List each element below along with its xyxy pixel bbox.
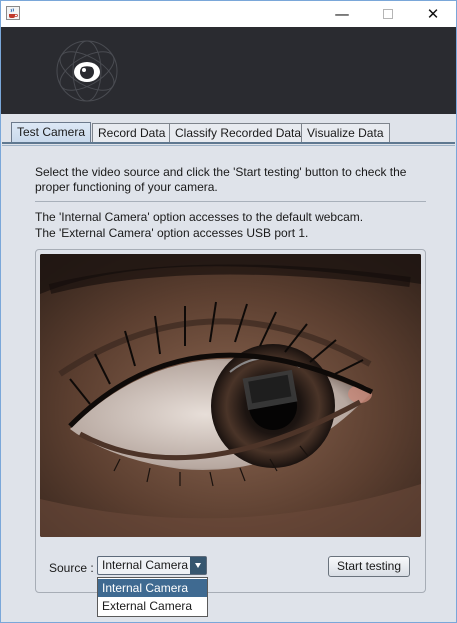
separator bbox=[35, 201, 426, 202]
tab-classify-recorded-data[interactable]: Classify Recorded Data bbox=[169, 123, 308, 142]
camera-preview bbox=[40, 254, 421, 537]
internal-camera-note: The 'Internal Camera' option accesses to… bbox=[35, 210, 364, 224]
external-camera-note: The 'External Camera' option accesses US… bbox=[35, 226, 309, 240]
title-bar: — ✕ bbox=[1, 1, 456, 27]
tab-divider bbox=[2, 142, 455, 144]
maximize-button[interactable] bbox=[365, 1, 411, 27]
app-window: — ✕ Test Camera Record Data Classify Rec… bbox=[0, 0, 457, 623]
eye-logo-icon bbox=[56, 40, 118, 102]
chevron-down-icon bbox=[195, 563, 201, 568]
dropdown-arrow-button[interactable] bbox=[190, 557, 206, 574]
camera-panel: Source : Internal Camera Start testing bbox=[35, 249, 426, 593]
java-cup-icon bbox=[6, 6, 20, 20]
option-internal-camera[interactable]: Internal Camera bbox=[98, 579, 207, 597]
source-select[interactable]: Internal Camera bbox=[97, 556, 207, 575]
tab-record-data[interactable]: Record Data bbox=[92, 123, 172, 142]
intro-text: Select the video source and click the 'S… bbox=[35, 165, 407, 194]
minimize-icon: — bbox=[334, 5, 350, 23]
source-dropdown-list: Internal Camera External Camera bbox=[97, 577, 208, 617]
test-camera-panel: Select the video source and click the 'S… bbox=[1, 149, 456, 622]
tab-test-camera[interactable]: Test Camera bbox=[11, 122, 92, 143]
close-button[interactable]: ✕ bbox=[410, 1, 456, 27]
source-selected-value: Internal Camera bbox=[102, 558, 189, 572]
maximize-icon bbox=[383, 9, 393, 19]
source-label: Source : bbox=[49, 561, 94, 575]
tab-visualize-data[interactable]: Visualize Data bbox=[301, 123, 390, 142]
option-external-camera[interactable]: External Camera bbox=[98, 597, 207, 615]
tab-divider-shadow bbox=[2, 145, 455, 146]
header-banner bbox=[1, 27, 456, 114]
start-testing-button[interactable]: Start testing bbox=[328, 556, 410, 577]
close-icon: ✕ bbox=[426, 5, 440, 23]
eye-preview-image bbox=[40, 254, 421, 537]
minimize-button[interactable]: — bbox=[319, 1, 365, 27]
